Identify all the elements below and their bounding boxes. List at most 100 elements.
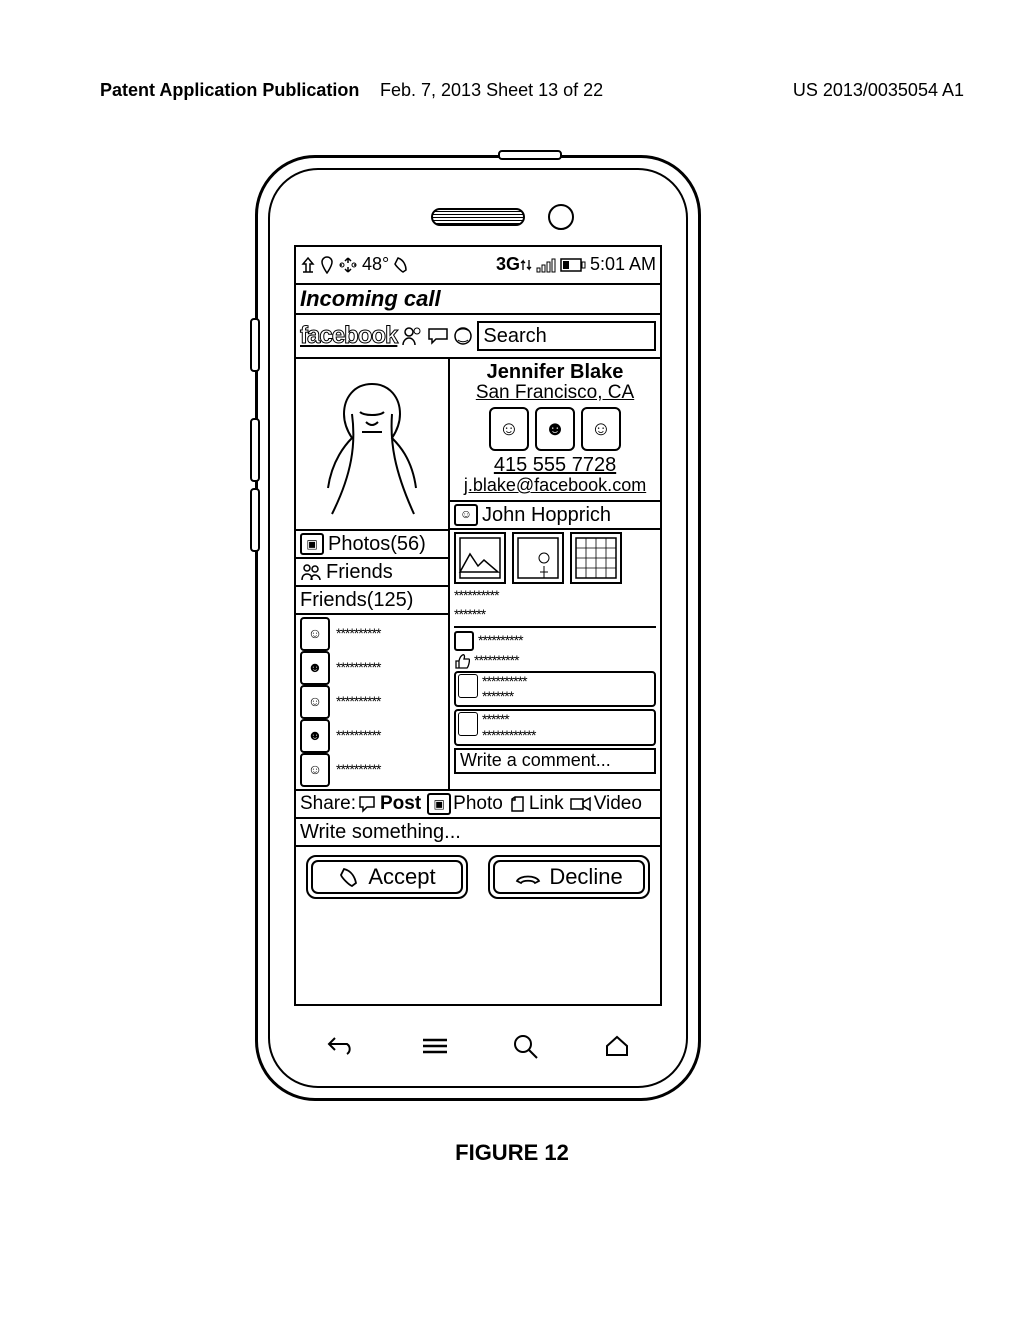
photos-label: Photos(56) [328, 533, 426, 555]
friends-count[interactable]: Friends(125) [296, 587, 448, 615]
screen: 48° 3G 5:01 AM Incoming call [294, 245, 662, 1006]
friends-link[interactable]: Friends [296, 559, 448, 587]
home-key[interactable] [603, 1034, 631, 1058]
friend-name-masked: ********** [336, 660, 380, 675]
friend-thumb: ☻ [300, 651, 330, 685]
top-button [498, 150, 562, 160]
app-header: facebook Search [296, 315, 660, 359]
sync-icon [338, 256, 358, 274]
post-image[interactable] [512, 532, 564, 584]
comment-line: ********** [482, 674, 526, 689]
comment-row[interactable]: ****** ************ [454, 709, 656, 746]
commenter-thumb [458, 674, 478, 698]
friend-thumb: ☻ [300, 719, 330, 753]
friend-name-masked: ********** [336, 728, 380, 743]
gps-icon [320, 256, 334, 274]
search-key[interactable] [512, 1033, 540, 1059]
commenter-thumb [458, 712, 478, 736]
comment-line: ******* [482, 689, 526, 704]
mini-photo[interactable]: ☺ [489, 407, 529, 451]
accept-phone-icon [338, 866, 360, 888]
friend-row[interactable]: ☻ ********** [300, 719, 444, 753]
friend-list: ☺ ********** ☻ ********** ☺ ********** ☻ ***… [296, 615, 448, 789]
data-arrows-icon [520, 258, 532, 272]
tagged-photo-line[interactable]: ********** [454, 631, 656, 651]
mini-photos: ☺ ☻ ☺ [452, 407, 658, 451]
photos-link[interactable]: ▣ Photos(56) [296, 531, 448, 559]
post-image[interactable] [570, 532, 622, 584]
search-input[interactable]: Search [477, 321, 656, 351]
share-label: Share: [300, 794, 356, 815]
profile-location: San Francisco, CA [452, 383, 658, 404]
friend-thumb: ☺ [300, 617, 330, 651]
share-bar: Share: Post ▣ Photo Link Video [296, 789, 660, 819]
page-header: Patent Application Publication Feb. 7, 2… [100, 80, 964, 101]
share-photo[interactable]: Photo [453, 794, 503, 815]
call-buttons: Accept Decline [296, 847, 660, 907]
profile-phone[interactable]: 415 555 7728 [452, 454, 658, 476]
decline-button[interactable]: Decline [488, 855, 650, 899]
link-icon[interactable] [509, 795, 527, 813]
right-column: Jennifer Blake San Francisco, CA ☺ ☻ ☺ 4… [450, 359, 660, 789]
friend-row[interactable]: ☻ ********** [300, 651, 444, 685]
share-link[interactable]: Link [529, 794, 564, 815]
post-image[interactable] [454, 532, 506, 584]
friend-requests-icon[interactable] [401, 326, 423, 346]
figure-caption: FIGURE 12 [0, 1140, 1024, 1166]
comment-input[interactable]: Write a comment... [454, 748, 656, 774]
share-post[interactable]: Post [380, 794, 421, 815]
share-photo-icon[interactable]: ▣ [427, 793, 451, 815]
like-icon [454, 653, 470, 669]
post-text-line: ******* [454, 607, 656, 622]
friend-name-masked: ********** [336, 762, 380, 777]
upload-icon [300, 256, 316, 274]
side-button-3 [250, 488, 260, 552]
friends-icon [300, 563, 322, 581]
back-key[interactable] [325, 1034, 357, 1058]
left-column: ▣ Photos(56) Friends Friends(125) ☺ *****… [296, 359, 450, 789]
incoming-call-label: Incoming call [296, 285, 660, 315]
post-author-row[interactable]: ☺ John Hopprich [450, 502, 660, 530]
network-label: 3G [496, 255, 520, 275]
post-icon[interactable] [358, 795, 378, 813]
notifications-icon[interactable] [453, 326, 473, 346]
accept-button[interactable]: Accept [306, 855, 468, 899]
menu-key[interactable] [420, 1036, 450, 1056]
profile-email[interactable]: j.blake@facebook.com [452, 476, 658, 496]
earpiece [431, 208, 525, 226]
front-camera [548, 204, 574, 230]
write-something-input[interactable]: Write something... [296, 819, 660, 847]
comment-row[interactable]: ********** ******* [454, 671, 656, 708]
friend-row[interactable]: ☺ ********** [300, 753, 444, 787]
temperature: 48° [362, 255, 389, 275]
friend-row[interactable]: ☺********** [300, 685, 444, 719]
masked-text: ********** [474, 653, 518, 668]
messages-icon[interactable] [427, 326, 449, 346]
friends-tab-label: Friends [326, 561, 393, 583]
pub-number: US 2013/0035054 A1 [793, 80, 964, 101]
masked-text: ********** [478, 633, 522, 648]
photo-small-icon [454, 631, 474, 651]
phone-bezel: 48° 3G 5:01 AM Incoming call [268, 168, 688, 1088]
comment-line: ************ [482, 728, 535, 743]
share-video[interactable]: Video [594, 794, 642, 815]
friend-thumb: ☺ [300, 685, 330, 719]
phone-status-icon [393, 256, 409, 274]
video-icon[interactable] [570, 796, 592, 812]
profile-name: Jennifer Blake [452, 361, 658, 383]
mini-photo[interactable]: ☻ [535, 407, 575, 451]
profile-columns: ▣ Photos(56) Friends Friends(125) ☺ *****… [296, 359, 660, 789]
decline-phone-icon [515, 869, 541, 885]
accept-label: Accept [368, 865, 435, 889]
mini-photo[interactable]: ☺ [581, 407, 621, 451]
side-button-1 [250, 318, 260, 372]
phone-body: 48° 3G 5:01 AM Incoming call [255, 155, 701, 1101]
feed-post: ********** ******* ********** ********** [450, 530, 660, 776]
friend-row[interactable]: ☺********** [300, 617, 444, 651]
author-thumb-icon: ☺ [454, 504, 478, 526]
like-line[interactable]: ********** [454, 653, 656, 669]
profile-info: Jennifer Blake San Francisco, CA ☺ ☻ ☺ 4… [450, 359, 660, 502]
friend-thumb: ☺ [300, 753, 330, 787]
profile-photo[interactable] [296, 359, 448, 531]
facebook-logo: facebook [300, 323, 397, 349]
